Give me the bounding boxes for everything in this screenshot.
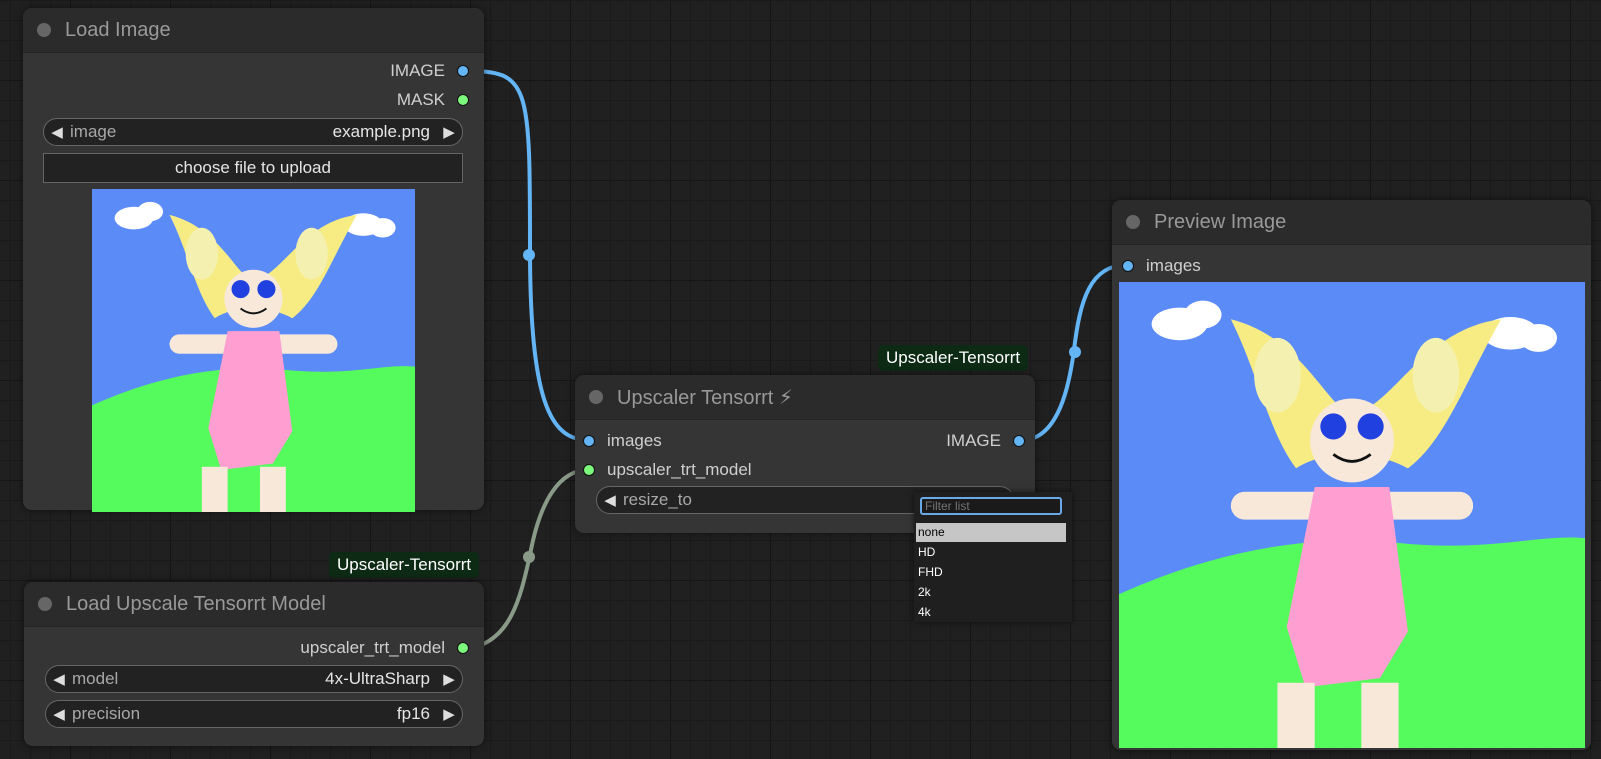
image-combo-widget[interactable]: ◀ image example.png ▶: [43, 118, 463, 146]
arrow-right-icon[interactable]: ▶: [436, 123, 462, 141]
link-model-to-upscaler: [470, 468, 589, 650]
node-title: Preview Image: [1154, 210, 1287, 233]
output-dot-icon[interactable]: [457, 642, 469, 654]
widget-name: precision: [72, 704, 141, 723]
output-slot-upscaler-trt-model[interactable]: upscaler_trt_model: [300, 638, 469, 658]
slot-label: IMAGE: [390, 61, 445, 80]
filter-list-input[interactable]: [920, 497, 1062, 515]
dropdown-option[interactable]: HD: [916, 543, 1066, 562]
node-title: Upscaler Tensorrt ⚡: [617, 386, 793, 409]
output-dot-icon[interactable]: [457, 65, 469, 77]
node-title-bar[interactable]: Upscaler Tensorrt ⚡: [575, 375, 1035, 420]
widget-name: image: [70, 122, 117, 141]
widget-value: fp16: [396, 704, 430, 723]
input-slot-upscaler-trt-model[interactable]: upscaler_trt_model: [583, 460, 752, 480]
slot-label: images: [607, 431, 662, 450]
slot-label: MASK: [396, 90, 445, 109]
output-dot-icon[interactable]: [457, 94, 469, 106]
collapse-dot-icon[interactable]: [37, 23, 51, 37]
node-badge: Upscaler-Tensorrt: [878, 345, 1029, 371]
model-combo-widget[interactable]: ◀ model 4x-UltraSharp ▶: [45, 665, 463, 693]
drawing-image: [92, 189, 415, 512]
arrow-right-icon[interactable]: ▶: [436, 705, 462, 723]
output-slot-image[interactable]: IMAGE: [390, 61, 469, 81]
collapse-dot-icon[interactable]: [1126, 215, 1140, 229]
output-dot-icon[interactable]: [1013, 435, 1025, 447]
drawing-image: [1119, 282, 1585, 748]
slot-label: IMAGE: [946, 431, 1001, 450]
output-slot-mask[interactable]: MASK: [397, 90, 469, 110]
arrow-right-icon[interactable]: ▶: [436, 670, 462, 688]
node-title-bar[interactable]: Load Upscale Tensorrt Model: [24, 582, 484, 627]
image-preview: [1119, 282, 1585, 748]
output-slot-image[interactable]: IMAGE: [946, 431, 1025, 451]
precision-combo-widget[interactable]: ◀ precision fp16 ▶: [45, 700, 463, 728]
dropdown-option[interactable]: none: [916, 523, 1066, 542]
input-dot-icon[interactable]: [583, 464, 595, 476]
arrow-left-icon[interactable]: ◀: [46, 670, 72, 688]
dropdown-option[interactable]: FHD: [916, 563, 1066, 582]
node-title: Load Image: [65, 18, 171, 41]
link-midpoint: [523, 551, 535, 563]
upload-button[interactable]: choose file to upload: [43, 153, 463, 183]
node-badge: Upscaler-Tensorrt: [329, 552, 480, 578]
preview-image-node[interactable]: Preview Image images: [1112, 200, 1591, 750]
arrow-left-icon[interactable]: ◀: [44, 123, 70, 141]
input-slot-images[interactable]: images: [1122, 256, 1201, 276]
arrow-left-icon[interactable]: ◀: [46, 705, 72, 723]
arrow-left-icon[interactable]: ◀: [597, 491, 623, 509]
resize-to-dropdown[interactable]: none HD FHD 2k 4k: [914, 492, 1072, 622]
slot-label: upscaler_trt_model: [607, 460, 752, 479]
widget-name: model: [72, 669, 119, 688]
link-midpoint: [1069, 346, 1081, 358]
node-title-bar[interactable]: Preview Image: [1112, 200, 1591, 245]
dropdown-option[interactable]: 4k: [916, 603, 1066, 622]
load-image-node[interactable]: Load Image IMAGE MASK ◀ image example.pn…: [23, 8, 484, 512]
slot-label: images: [1146, 256, 1201, 275]
dropdown-option[interactable]: 2k: [916, 583, 1066, 602]
link-image-to-upscaler: [469, 69, 589, 442]
input-dot-icon[interactable]: [583, 435, 595, 447]
image-preview: [92, 189, 415, 512]
load-upscale-model-node[interactable]: Load Upscale Tensorrt Model upscaler_trt…: [24, 582, 484, 746]
input-dot-icon[interactable]: [1122, 260, 1134, 272]
node-title: Load Upscale Tensorrt Model: [66, 592, 326, 615]
slot-label: upscaler_trt_model: [300, 638, 445, 657]
collapse-dot-icon[interactable]: [589, 390, 603, 404]
input-slot-images[interactable]: images: [583, 431, 662, 451]
node-title-bar[interactable]: Load Image: [23, 8, 484, 53]
widget-value: example.png: [332, 122, 430, 141]
link-midpoint: [523, 249, 535, 261]
widget-value: 4x-UltraSharp: [325, 669, 430, 688]
collapse-dot-icon[interactable]: [38, 597, 52, 611]
